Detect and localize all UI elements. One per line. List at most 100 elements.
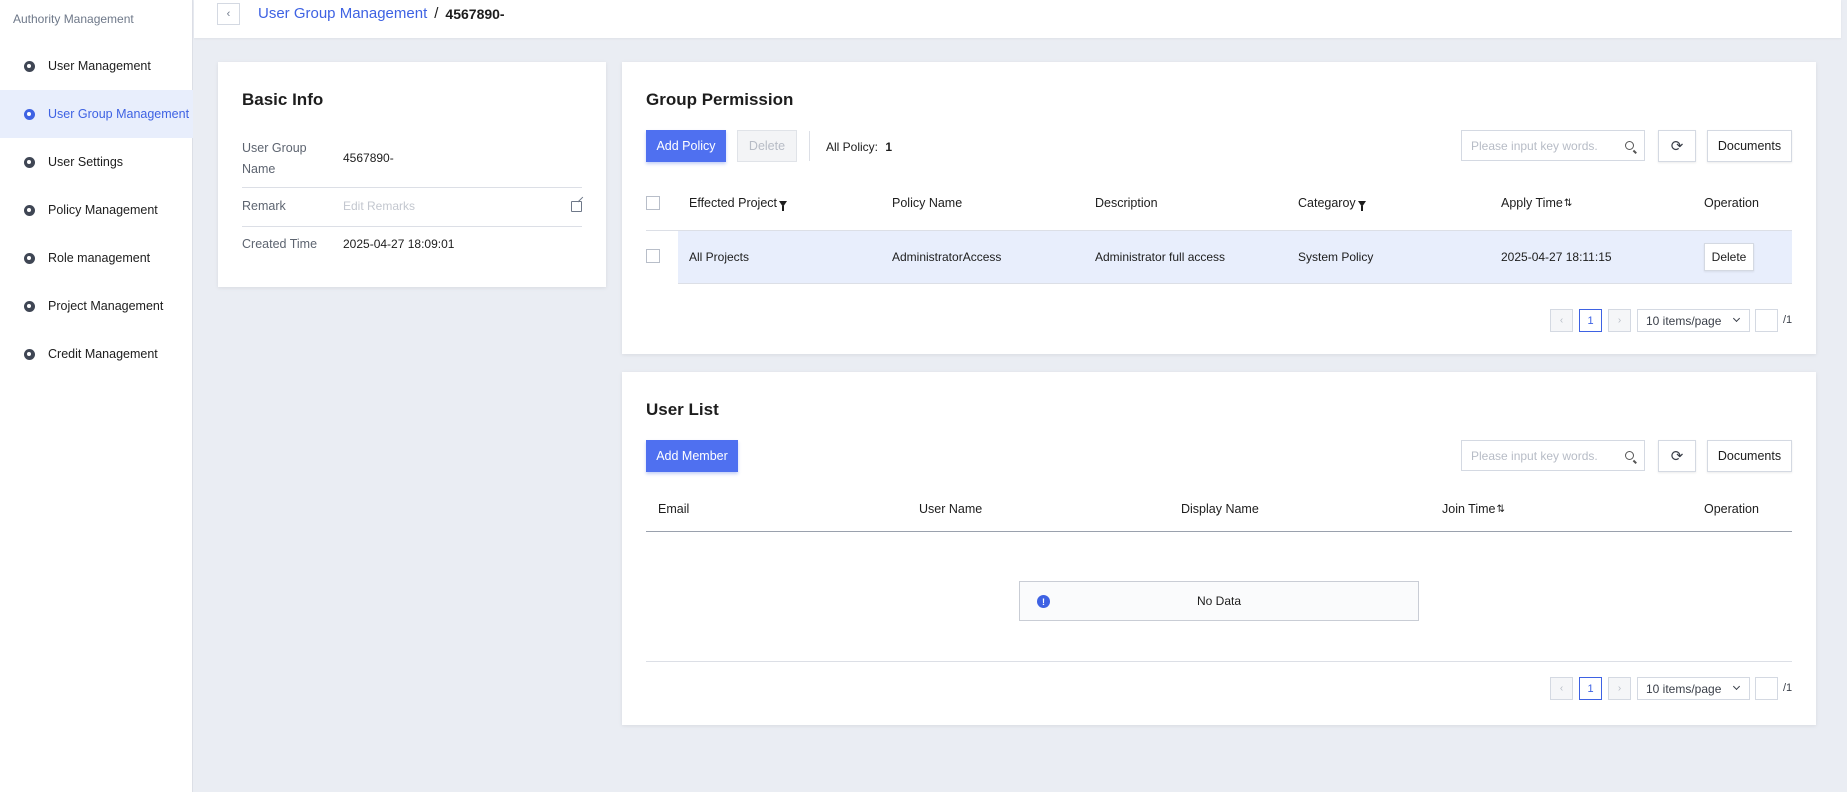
settings-icon bbox=[24, 252, 35, 264]
page-size-select[interactable]: 10 items/page bbox=[1637, 677, 1750, 700]
cell-apply-time: 2025-04-27 18:11:15 bbox=[1501, 250, 1612, 264]
chevron-left-icon: ‹ bbox=[226, 8, 231, 20]
basic-info-title: Basic Info bbox=[242, 90, 324, 109]
created-time-value: 2025-04-27 18:09:01 bbox=[343, 237, 455, 251]
created-time-row: Created Time 2025-04-27 18:09:01 bbox=[242, 234, 582, 255]
cell-project: All Projects bbox=[689, 250, 750, 264]
breadcrumb-separator: / bbox=[434, 5, 439, 22]
delete-policy-button[interactable]: Delete bbox=[737, 130, 797, 162]
sidebar-item-policy-management[interactable]: Policy Management bbox=[0, 186, 193, 234]
pager-next-button[interactable]: › bbox=[1608, 677, 1631, 700]
column-header-label: Policy Name bbox=[892, 196, 963, 210]
remark-placeholder[interactable]: Edit Remarks bbox=[343, 196, 415, 217]
column-header-label: Effected Project bbox=[689, 196, 778, 210]
settings-icon bbox=[24, 156, 35, 168]
sidebar-item-label: User Settings bbox=[48, 155, 124, 169]
sidebar-item-project-management[interactable]: Project Management bbox=[0, 282, 193, 330]
sidebar-title: Authority Management bbox=[13, 12, 134, 26]
sidebar-item-label: User Management bbox=[48, 59, 151, 73]
policy-count-value: 1 bbox=[885, 140, 893, 154]
cell-category: System Policy bbox=[1298, 250, 1374, 264]
remark-row: Remark Edit Remarks bbox=[242, 196, 584, 217]
pager-prev-button[interactable]: ‹ bbox=[1550, 677, 1573, 700]
pager-page-button[interactable]: 1 bbox=[1579, 309, 1602, 332]
documents-button[interactable]: Documents bbox=[1707, 440, 1792, 472]
edit-icon[interactable] bbox=[571, 196, 584, 212]
add-policy-button[interactable]: Add Policy bbox=[646, 130, 726, 162]
basic-info-card: Basic Info User Group Name 4567890- Rema… bbox=[218, 62, 606, 287]
search-icon[interactable] bbox=[1625, 141, 1634, 150]
page-jump-input[interactable] bbox=[1755, 677, 1778, 700]
row-delete-button[interactable]: Delete bbox=[1704, 243, 1754, 271]
sidebar-item-credit-management[interactable]: Credit Management bbox=[0, 330, 193, 378]
sidebar-item-label: Policy Management bbox=[48, 203, 158, 217]
pager-page-button[interactable]: 1 bbox=[1579, 677, 1602, 700]
column-header-label: Operation bbox=[1704, 502, 1759, 516]
policy-search-field[interactable] bbox=[1471, 138, 1621, 153]
row-checkbox[interactable] bbox=[646, 249, 660, 263]
add-member-button[interactable]: Add Member bbox=[646, 440, 738, 472]
pager-next-button[interactable]: › bbox=[1608, 309, 1631, 332]
column-header-user-name: User Name bbox=[919, 502, 982, 516]
sidebar-item-label: Credit Management bbox=[48, 347, 158, 361]
column-header-operation: Operation bbox=[1704, 502, 1759, 516]
settings-icon bbox=[24, 348, 35, 360]
user-list-title: User List bbox=[646, 400, 719, 419]
sidebar-item-role-management[interactable]: Role management bbox=[0, 234, 193, 282]
column-header-effected-project[interactable]: Effected Project bbox=[689, 196, 788, 211]
cell-description: Administrator full access bbox=[1095, 250, 1226, 264]
filter-icon[interactable] bbox=[779, 201, 788, 211]
select-all-checkbox[interactable] bbox=[646, 196, 660, 210]
column-header-join-time[interactable]: Join Time ⇅ bbox=[1442, 502, 1506, 516]
column-header-label: Apply Time bbox=[1501, 196, 1563, 210]
refresh-icon: ⟳ bbox=[1670, 448, 1684, 465]
column-header-label: Categaroy bbox=[1298, 196, 1356, 210]
sidebar: Authority Management User Management Use… bbox=[0, 0, 193, 792]
breadcrumb-parent-link[interactable]: User Group Management bbox=[258, 5, 427, 22]
cell-policy-name: AdministratorAccess bbox=[892, 250, 1002, 264]
sidebar-menu: User Management User Group Management Us… bbox=[0, 42, 193, 378]
user-search-input[interactable] bbox=[1461, 440, 1645, 471]
search-icon[interactable] bbox=[1625, 451, 1634, 460]
sidebar-item-user-management[interactable]: User Management bbox=[0, 42, 193, 90]
page-total: /1 bbox=[1783, 314, 1793, 326]
page-size-value: 10 items/page bbox=[1646, 313, 1722, 328]
remark-label: Remark bbox=[242, 199, 286, 213]
chevron-down-icon bbox=[1732, 314, 1741, 323]
chevron-down-icon bbox=[1732, 682, 1741, 691]
column-header-display-name: Display Name bbox=[1181, 502, 1259, 516]
sidebar-item-label: User Group Management bbox=[48, 107, 190, 121]
column-header-category[interactable]: Categaroy bbox=[1298, 196, 1366, 211]
sidebar-item-label: Role management bbox=[48, 251, 151, 265]
breadcrumb: User Group Management / 4567890- bbox=[258, 5, 505, 22]
table-header-divider bbox=[646, 531, 1792, 532]
pager-prev-button[interactable]: ‹ bbox=[1550, 309, 1573, 332]
empty-state: ! No Data bbox=[1019, 581, 1419, 621]
sidebar-item-label: Project Management bbox=[48, 299, 164, 313]
refresh-icon: ⟳ bbox=[1670, 138, 1684, 155]
page-size-select[interactable]: 10 items/page bbox=[1637, 309, 1750, 332]
page-size-value: 10 items/page bbox=[1646, 681, 1722, 696]
column-header-label: Email bbox=[658, 502, 690, 516]
filter-icon[interactable] bbox=[1357, 201, 1366, 211]
user-search-field[interactable] bbox=[1471, 448, 1621, 463]
refresh-button[interactable]: ⟳ bbox=[1658, 440, 1696, 472]
chevron-left-icon: ‹ bbox=[1559, 683, 1564, 694]
back-button[interactable]: ‹ bbox=[217, 3, 240, 25]
table-row[interactable]: All Projects AdministratorAccess Adminis… bbox=[678, 231, 1792, 284]
column-header-email: Email bbox=[658, 502, 689, 516]
group-permission-title: Group Permission bbox=[646, 90, 794, 109]
sidebar-item-user-group-management[interactable]: User Group Management bbox=[0, 90, 193, 138]
table-bottom-divider bbox=[646, 661, 1792, 662]
sort-icon[interactable]: ⇅ bbox=[1497, 504, 1506, 515]
sort-icon[interactable]: ⇅ bbox=[1564, 198, 1573, 209]
column-header-policy-name: Policy Name bbox=[892, 196, 962, 210]
policy-search-input[interactable] bbox=[1461, 130, 1645, 161]
documents-button[interactable]: Documents bbox=[1707, 130, 1792, 162]
sidebar-item-user-settings[interactable]: User Settings bbox=[0, 138, 193, 186]
chevron-left-icon: ‹ bbox=[1559, 315, 1564, 326]
chevron-right-icon: › bbox=[1617, 683, 1622, 694]
page-jump-input[interactable] bbox=[1755, 309, 1778, 332]
column-header-apply-time[interactable]: Apply Time ⇅ bbox=[1501, 196, 1573, 210]
refresh-button[interactable]: ⟳ bbox=[1658, 130, 1696, 162]
